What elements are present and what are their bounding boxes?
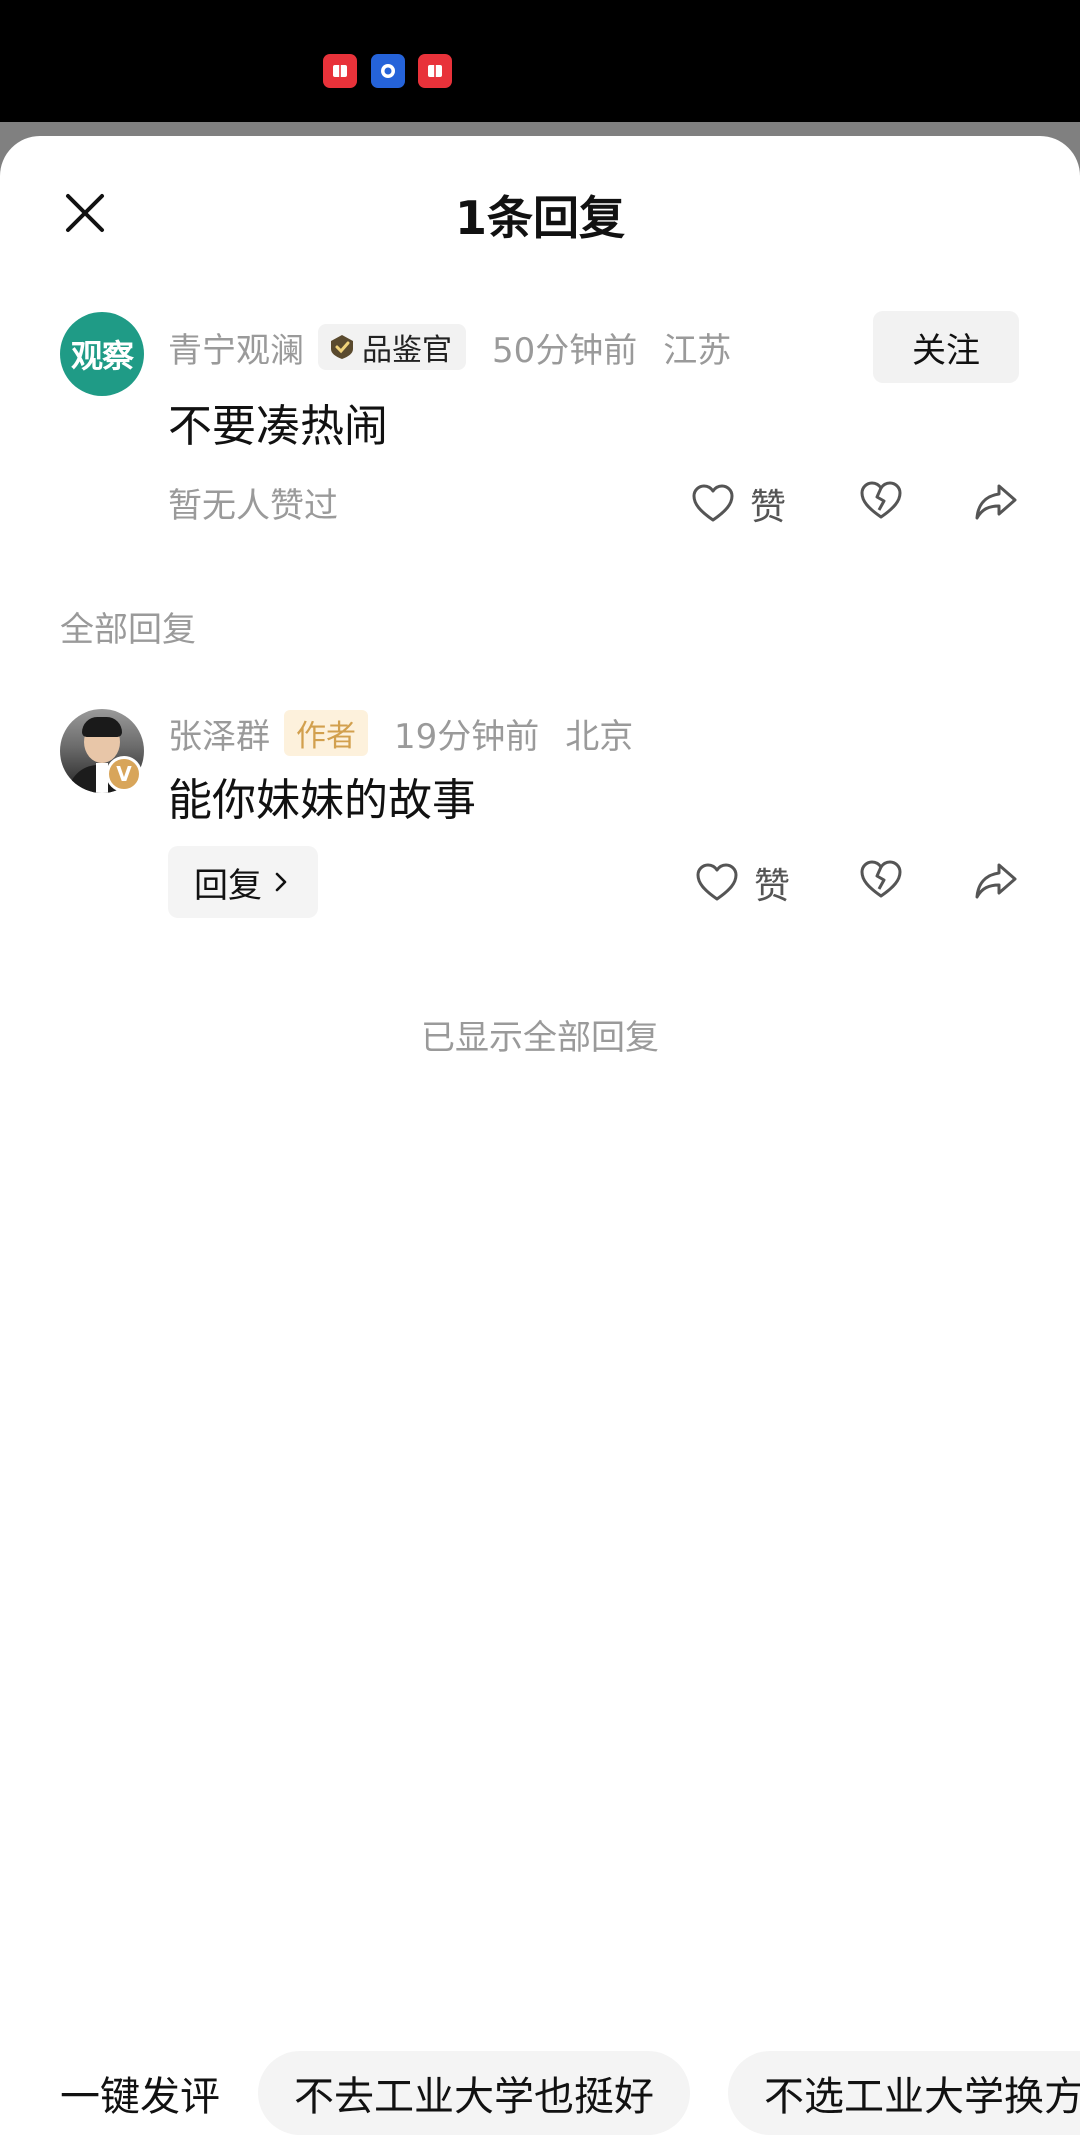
like-label: 赞 xyxy=(754,866,791,907)
sheet-title: 1条回复 xyxy=(454,191,625,245)
like-button[interactable]: 赞 xyxy=(694,857,790,909)
heart-icon xyxy=(696,863,738,901)
share-button[interactable] xyxy=(973,857,1019,903)
badge-label: 品鉴官 xyxy=(362,333,452,368)
timestamp: 19分钟前 xyxy=(394,716,540,757)
broken-heart-icon xyxy=(860,481,902,519)
author-badge: 作者 xyxy=(284,710,368,756)
username[interactable]: 青宁观澜 xyxy=(168,323,304,372)
connoisseur-badge[interactable]: 品鉴官 xyxy=(318,324,466,370)
verified-v-badge: V xyxy=(106,756,142,792)
quick-comment-bar: 一键发评 不去工业大学也挺好 不选工业大学换方 xyxy=(0,2048,1080,2138)
reply-button[interactable]: 回复 xyxy=(168,846,318,918)
location: 江苏 xyxy=(663,330,732,371)
quick-comment-chip[interactable]: 不去工业大学也挺好 xyxy=(258,2051,690,2135)
quick-comment-label: 一键发评 xyxy=(60,2074,220,2120)
all-replies-shown-text: 已显示全部回复 xyxy=(421,1018,659,1058)
reply-text[interactable]: 能你妹妹的故事 xyxy=(168,764,476,828)
no-likes-text: 暂无人赞过 xyxy=(168,486,338,526)
avatar-text: 观察 xyxy=(70,337,134,375)
like-button[interactable]: 赞 xyxy=(690,478,786,530)
status-bar xyxy=(0,0,1080,122)
blue-app-icon xyxy=(371,54,405,88)
reply-sheet: 1条回复 观察 青宁观澜 品鉴官 50分钟前 江苏 关注 不要凑热闹 暂无人赞过… xyxy=(0,136,1080,2139)
heart-icon xyxy=(692,484,734,522)
avatar[interactable]: 观察 xyxy=(60,312,144,396)
broken-heart-icon xyxy=(860,860,902,898)
timestamp: 50分钟前 xyxy=(492,330,638,371)
location: 北京 xyxy=(565,716,634,757)
all-replies-label: 全部回复 xyxy=(60,610,196,650)
dislike-button[interactable] xyxy=(858,478,904,524)
red-book-app-icon xyxy=(323,54,357,88)
dislike-button[interactable] xyxy=(858,857,904,903)
like-label: 赞 xyxy=(750,487,787,528)
red-book-app-icon xyxy=(418,54,452,88)
comment-meta: 青宁观澜 品鉴官 50分钟前 江苏 xyxy=(168,322,731,372)
reply-label: 回复 xyxy=(194,865,262,906)
username[interactable]: 张泽群 xyxy=(168,709,270,758)
verified-shield-icon xyxy=(331,335,353,359)
comment-text[interactable]: 不要凑热闹 xyxy=(168,390,388,454)
chevron-right-icon xyxy=(275,872,287,892)
quick-comment-chip[interactable]: 不选工业大学换方 xyxy=(728,2051,1080,2135)
reply-meta: 张泽群 作者 19分钟前 北京 xyxy=(168,708,633,758)
share-arrow-icon xyxy=(975,484,1017,520)
share-button[interactable] xyxy=(973,478,1019,524)
share-arrow-icon xyxy=(975,863,1017,899)
follow-button[interactable]: 关注 xyxy=(873,311,1019,383)
